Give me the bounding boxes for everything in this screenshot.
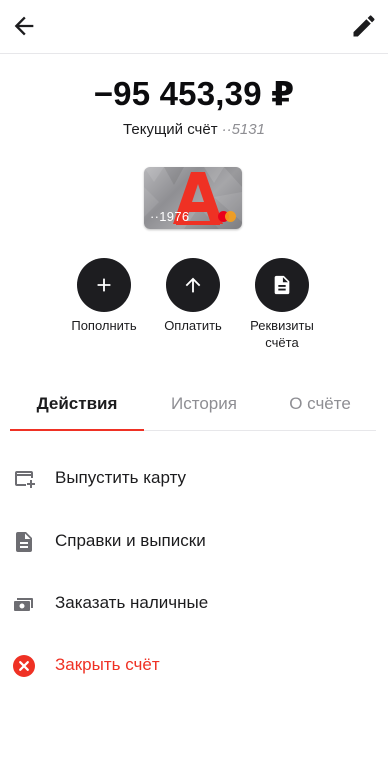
- top-bar: [0, 0, 388, 54]
- close-circle-icon: [13, 655, 35, 677]
- account-name-line: Текущий счёт ··5131: [0, 121, 388, 138]
- tab-actions[interactable]: Действия: [10, 386, 144, 431]
- requisites-button[interactable]: Реквизиты счёта: [232, 258, 332, 351]
- account-balance: −95 453,39 ₽: [93, 75, 295, 112]
- account-number-mask: ··5131: [221, 121, 265, 138]
- requisites-label-line2: счёта: [265, 335, 299, 350]
- bank-card[interactable]: ··1976: [144, 167, 242, 229]
- tab-history[interactable]: История: [144, 386, 264, 431]
- menu-item-issue-card[interactable]: Выпустить карту: [0, 452, 388, 506]
- menu-item-label: Выпустить карту: [55, 468, 187, 487]
- menu-item-statements[interactable]: Справки и выписки: [0, 515, 388, 569]
- topup-label: Пополнить: [71, 318, 137, 333]
- topup-button[interactable]: Пополнить: [54, 258, 154, 334]
- document-icon: [16, 532, 32, 552]
- menu-item-close-account[interactable]: Закрыть счёт: [0, 639, 388, 693]
- cash-icon: [14, 598, 33, 611]
- plus-icon: [97, 278, 111, 292]
- menu-item-label: Заказать наличные: [55, 593, 209, 612]
- card-add-icon: [15, 471, 35, 488]
- arrow-up-icon: [185, 277, 201, 293]
- account-name: Текущий счёт: [123, 121, 218, 138]
- pay-button[interactable]: Оплатить: [143, 258, 243, 334]
- quick-actions: Пополнить Оплатить Реквизиты счёта: [0, 258, 388, 358]
- card-number-tail: ··1976: [150, 209, 190, 224]
- arrow-left-icon: [14, 16, 34, 36]
- pencil-icon: [353, 15, 375, 37]
- tab-about[interactable]: О счёте: [264, 386, 376, 431]
- menu-item-label: Справки и выписки: [55, 531, 206, 550]
- menu-item-order-cash[interactable]: Заказать наличные: [0, 577, 388, 631]
- document-icon: [274, 275, 290, 295]
- back-button[interactable]: [10, 12, 38, 40]
- requisites-label: Реквизиты счёта: [232, 317, 332, 351]
- mastercard-icon: [218, 211, 236, 222]
- menu-item-label: Закрыть счёт: [55, 655, 160, 674]
- edit-button[interactable]: [350, 12, 378, 40]
- requisites-label-line1: Реквизиты: [250, 318, 314, 333]
- tab-bar: Действия История О счёте: [10, 386, 376, 431]
- pay-label: Оплатить: [164, 318, 222, 333]
